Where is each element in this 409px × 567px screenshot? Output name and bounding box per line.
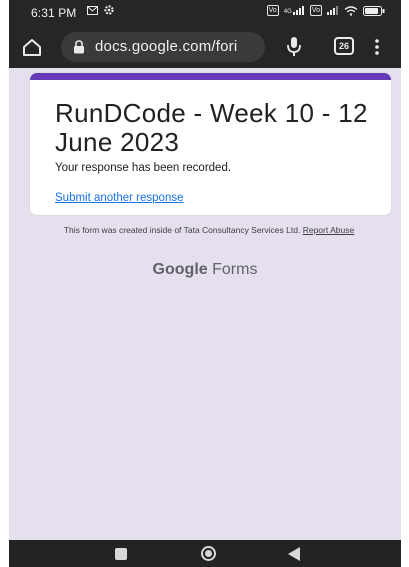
signal-4g-icon: 4G [284, 6, 305, 15]
mail-icon [87, 5, 98, 15]
logo-forms-word: Forms [212, 261, 258, 278]
phone-screen: 6:31 PM Vo 4G Vo docs.google.com/fori 26… [9, 0, 401, 567]
submit-another-response-link[interactable]: Submit another response [55, 192, 184, 204]
recents-icon[interactable] [115, 548, 127, 560]
mic-icon[interactable] [285, 36, 303, 58]
volte-icon-2: Vo [309, 5, 322, 16]
tab-switcher-button[interactable]: 26 [334, 37, 354, 55]
form-footer: This form was created inside of Tata Con… [39, 225, 379, 235]
form-confirmation-card: RunDCode - Week 10 - 12 June 2023 Your r… [29, 72, 392, 216]
wifi-icon [344, 5, 358, 16]
confirmation-message: Your response has been recorded. [55, 162, 232, 174]
home-icon[interactable] [21, 36, 43, 58]
back-triangle-icon[interactable] [288, 547, 300, 561]
url-text: docs.google.com/fori [95, 38, 238, 55]
signal-icon [327, 6, 338, 15]
more-menu-icon[interactable] [374, 38, 380, 56]
form-title: RunDCode - Week 10 - 12 June 2023 [55, 98, 368, 157]
lte-label: 4G [283, 9, 292, 15]
google-forms-logo[interactable]: Google Forms [9, 261, 401, 279]
android-nav-bar [9, 540, 401, 567]
form-accent-bar [30, 73, 391, 80]
web-page: RunDCode - Week 10 - 12 June 2023 Your r… [9, 68, 401, 540]
settings-gear-icon [104, 5, 114, 15]
report-abuse-link[interactable]: Report Abuse [303, 225, 355, 235]
status-right-icons: Vo 4G Vo [266, 5, 385, 16]
battery-icon [363, 5, 385, 16]
status-bar: 6:31 PM Vo 4G Vo [9, 0, 401, 26]
status-left-icons [87, 5, 114, 15]
browser-toolbar: docs.google.com/fori 26 [9, 26, 401, 68]
lock-icon [74, 40, 84, 54]
volte-icon: Vo [266, 5, 279, 16]
address-bar[interactable]: docs.google.com/fori [61, 32, 265, 62]
logo-google-word: Google [152, 261, 208, 278]
created-by-text: This form was created inside of Tata Con… [63, 225, 301, 235]
home-circle-icon[interactable] [201, 546, 216, 561]
status-time: 6:31 PM [31, 6, 77, 20]
